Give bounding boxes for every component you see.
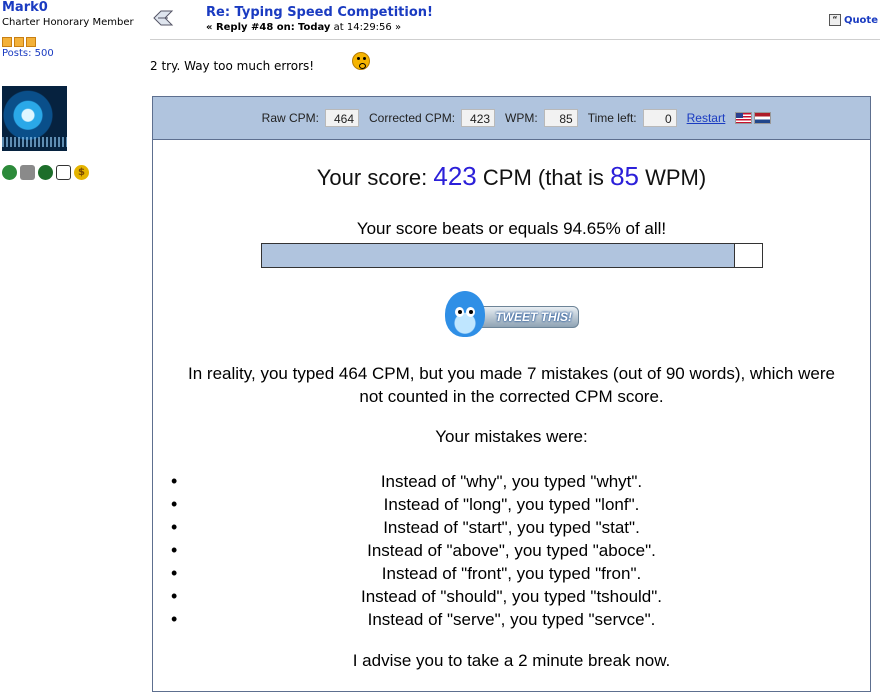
- percentile-bar-fill: [262, 244, 736, 267]
- post-icon: [153, 10, 174, 26]
- www-icon[interactable]: [2, 165, 17, 180]
- language-flags: [735, 112, 772, 124]
- mistake-item: Instead of "should", you typed "tshould"…: [153, 585, 870, 608]
- bird-eye: [466, 307, 475, 317]
- globe-icon[interactable]: [38, 165, 53, 180]
- quote-icon: “: [828, 14, 841, 26]
- reality-line-1: In reality, you typed 464 CPM, but you m…: [188, 364, 835, 383]
- post-meta: « Reply #48 on: Today at 14:29:56 »: [206, 22, 401, 33]
- post-time: at 14:29:56 »: [333, 22, 402, 33]
- mistake-item: Instead of "start", you typed "stat".: [153, 516, 870, 539]
- post-body-text: 2 try. Way too much errors!: [150, 59, 315, 73]
- score-wpm: 85: [610, 161, 639, 191]
- username-link[interactable]: Mark0: [2, 0, 142, 16]
- mistake-item: Instead of "why", you typed "whyt".: [153, 470, 870, 493]
- avatar: [2, 86, 67, 151]
- score-cpm: 423: [433, 161, 477, 191]
- post-header: Re: Typing Speed Competition! « Reply #4…: [150, 5, 880, 40]
- reality-line-2: not counted in the corrected CPM score.: [359, 387, 664, 406]
- mistake-item: Instead of "long", you typed "lonf".: [153, 493, 870, 516]
- wpm-label: WPM:: [505, 111, 538, 125]
- user-panel: Mark0 Charter Honorary Member Posts: 500…: [2, 0, 142, 180]
- quote-label: Quote: [843, 14, 878, 26]
- post-subject-link[interactable]: Re: Typing Speed Competition!: [206, 5, 433, 20]
- time-left-value: 0: [642, 109, 677, 127]
- score-suffix: WPM): [645, 165, 707, 190]
- mistakes-title: Your mistakes were:: [435, 427, 588, 446]
- percentile-text: Your score beats or equals 94.65% of all…: [356, 219, 667, 238]
- corrected-cpm-label: Corrected CPM:: [369, 111, 456, 125]
- reality-text: In reality, you typed 464 CPM, but you m…: [153, 362, 870, 408]
- advice-text: I advise you to take a 2 minute break no…: [352, 651, 671, 670]
- time-left-label: Time left:: [587, 111, 637, 125]
- restart-link[interactable]: Restart: [687, 111, 726, 125]
- typing-test-box: Raw CPM: 464 Corrected CPM: 423 WPM: 85 …: [152, 96, 871, 692]
- corrected-cpm-value: 423: [461, 109, 496, 127]
- post-date: Today: [297, 22, 331, 33]
- stats-bar: Raw CPM: 464 Corrected CPM: 423 WPM: 85 …: [153, 97, 870, 140]
- smiley-icon: [352, 52, 370, 70]
- score-mid: CPM (that is: [482, 165, 604, 190]
- mistake-item: Instead of "above", you typed "aboce".: [153, 539, 870, 562]
- score-prefix: Your score:: [316, 165, 428, 190]
- bird-eye: [455, 307, 464, 317]
- raw-cpm-value: 464: [325, 109, 360, 127]
- tweet-this-label: TWEET THIS!: [469, 306, 579, 328]
- rank-star-icon: [2, 37, 12, 47]
- raw-cpm-label: Raw CPM:: [261, 111, 320, 125]
- nl-flag-icon[interactable]: [754, 112, 772, 124]
- buddy-icon[interactable]: [20, 165, 35, 180]
- mistakes-list: Instead of "why", you typed "whyt". Inst…: [153, 470, 870, 631]
- rank-star-icon: [14, 37, 24, 47]
- twitter-bird-icon: [445, 291, 485, 337]
- mistake-item: Instead of "front", you typed "fron".: [153, 562, 870, 585]
- user-icons: $: [2, 165, 89, 180]
- mistake-item: Instead of "serve", you typed "servce".: [153, 608, 870, 631]
- post-count: Posts: 500: [2, 48, 54, 59]
- rank-stars: [2, 32, 142, 47]
- us-flag-icon[interactable]: [735, 112, 753, 124]
- wpm-value: 85: [543, 109, 578, 127]
- message-icon[interactable]: [56, 165, 71, 180]
- score-line: Your score: 423 CPM (that is 85 WPM): [153, 161, 870, 192]
- rank-star-icon: [26, 37, 36, 47]
- reply-number: « Reply #48 on:: [206, 22, 295, 33]
- tweet-this-button[interactable]: TWEET THIS!: [443, 287, 583, 343]
- quote-button[interactable]: “ Quote: [828, 14, 878, 26]
- user-rank-title: Charter Honorary Member: [2, 17, 134, 28]
- percentile-bar: [261, 243, 763, 268]
- donate-icon[interactable]: $: [74, 165, 89, 180]
